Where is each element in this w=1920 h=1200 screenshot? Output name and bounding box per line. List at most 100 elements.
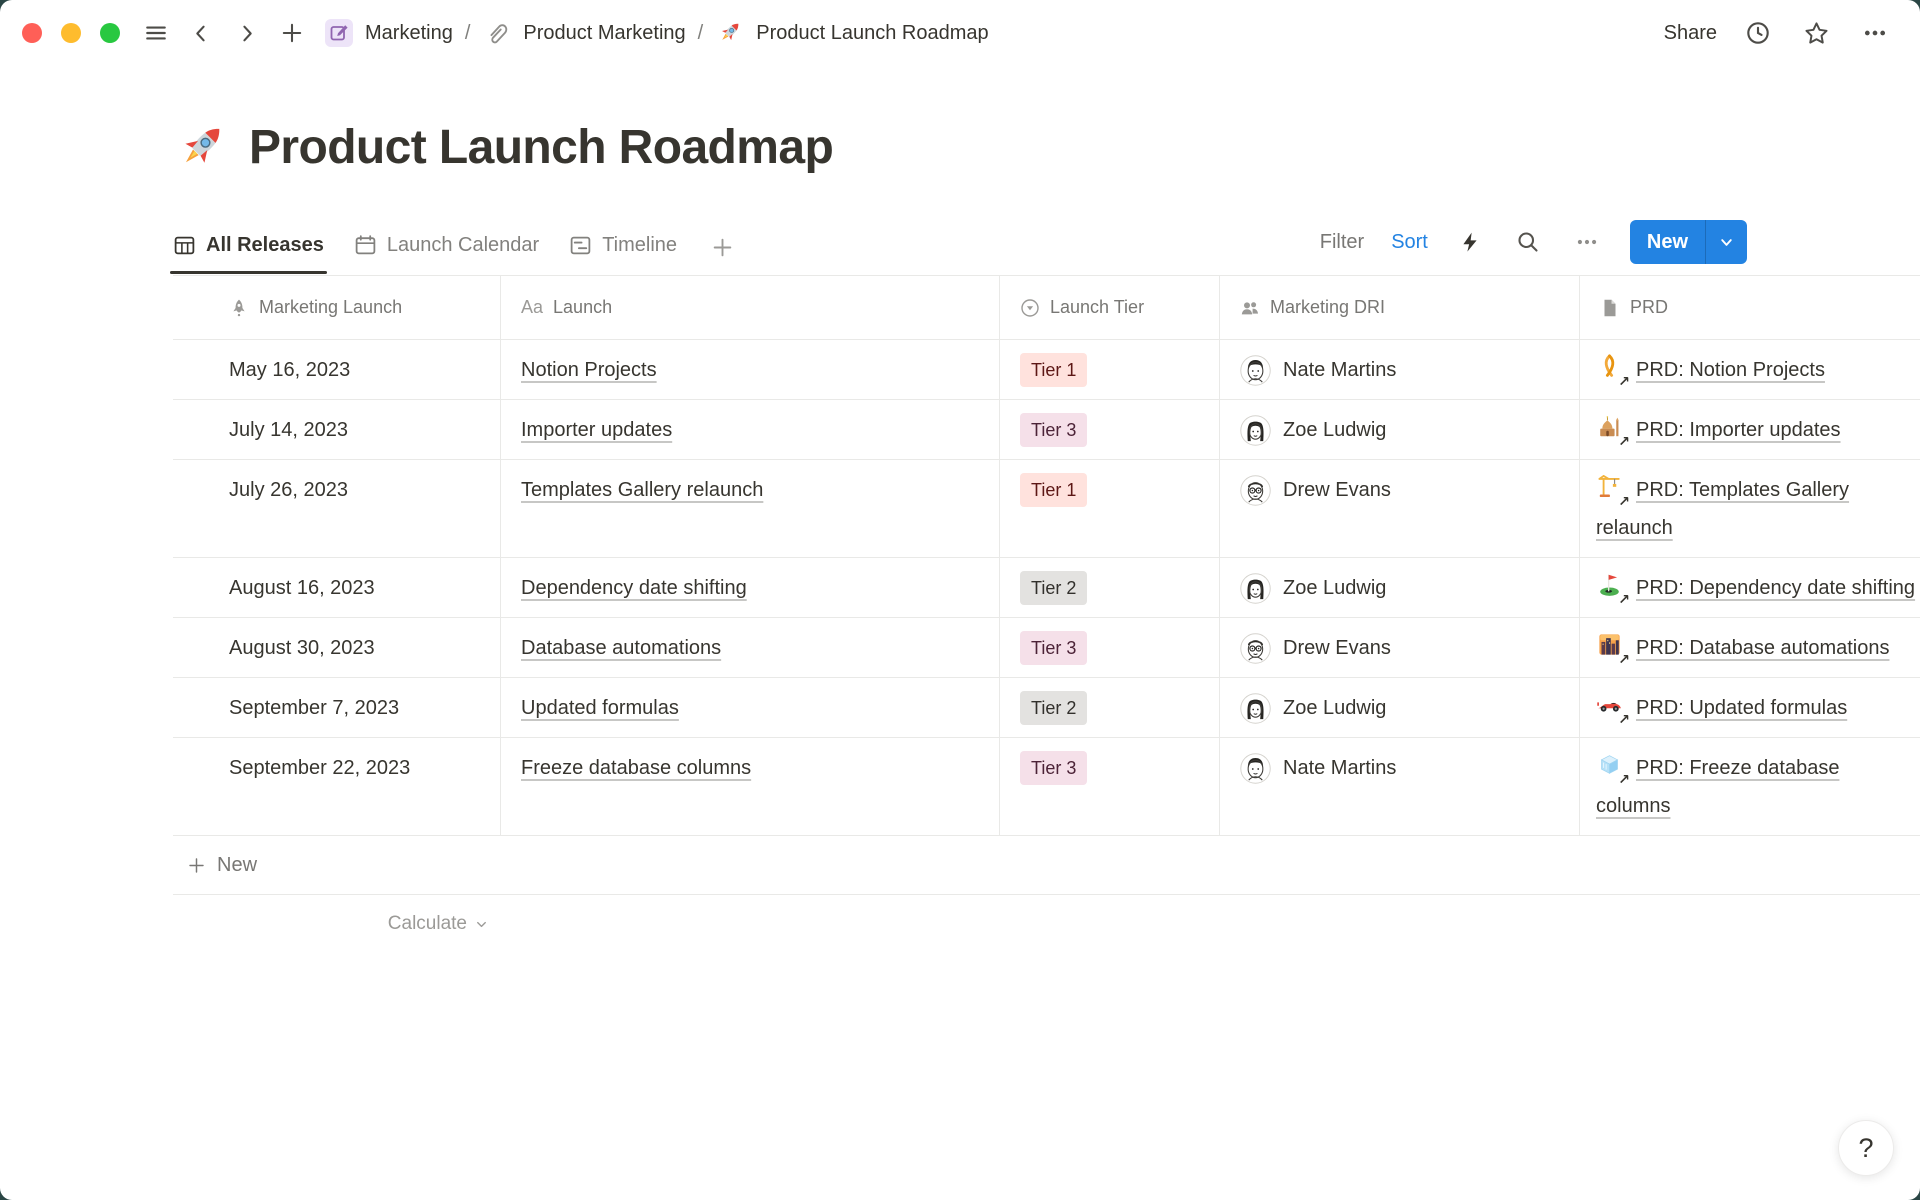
launch-page-link[interactable]: Updated formulas [521, 697, 679, 719]
new-tab-plus-icon[interactable] [276, 17, 308, 49]
new-button-label[interactable]: New [1630, 231, 1705, 254]
breadcrumb-item-marketing[interactable]: Marketing [324, 18, 453, 48]
cell-launch[interactable]: Notion Projects [501, 340, 1000, 399]
launch-page-link[interactable]: Importer updates [521, 419, 672, 441]
cell-prd[interactable]: ↗PRD: Templates Gallery relaunch [1580, 460, 1920, 557]
cell-marketing-launch[interactable]: May 16, 2023 [173, 340, 501, 399]
window-topbar: Marketing / Product Marketing / Product … [0, 0, 1920, 66]
cell-marketing-launch[interactable]: August 30, 2023 [173, 618, 501, 677]
launch-page-link[interactable]: Freeze database columns [521, 757, 751, 779]
cell-prd[interactable]: ↗PRD: Database automations [1580, 618, 1920, 677]
launch-page-link[interactable]: Dependency date shifting [521, 577, 747, 599]
help-button[interactable]: ? [1838, 1120, 1894, 1176]
cell-launch-tier[interactable]: Tier 3 [1000, 400, 1220, 459]
chevron-down-icon[interactable] [1706, 233, 1747, 252]
prd-page-link[interactable]: ↗PRD: Database automations [1596, 637, 1889, 659]
cell-marketing-dri[interactable]: Zoe Ludwig [1220, 678, 1580, 737]
search-icon[interactable] [1512, 226, 1544, 258]
cell-launch-tier[interactable]: Tier 1 [1000, 460, 1220, 557]
breadcrumb-item-product-launch-roadmap[interactable]: Product Launch Roadmap [715, 18, 988, 48]
launch-page-link[interactable]: Notion Projects [521, 359, 657, 381]
table-body: May 16, 2023 Notion Projects Tier 1 Nate… [173, 340, 1920, 836]
prd-page-link[interactable]: ↗PRD: Dependency date shifting [1596, 577, 1915, 599]
view-more-icon[interactable] [1571, 226, 1603, 258]
cell-marketing-dri[interactable]: Nate Martins [1220, 738, 1580, 835]
cell-marketing-launch[interactable]: July 14, 2023 [173, 400, 501, 459]
cell-launch[interactable]: Database automations [501, 618, 1000, 677]
calculate-button[interactable]: Calculate [173, 913, 501, 935]
cell-launch-tier[interactable]: Tier 1 [1000, 340, 1220, 399]
cell-marketing-launch[interactable]: September 22, 2023 [173, 738, 501, 835]
prd-page-link[interactable]: ↗PRD: Updated formulas [1596, 697, 1847, 719]
prd-page-link[interactable]: ↗PRD: Importer updates [1596, 419, 1841, 441]
cell-launch[interactable]: Templates Gallery relaunch [501, 460, 1000, 557]
column-header-marketing-dri[interactable]: Marketing DRI [1220, 276, 1580, 339]
page-title[interactable]: Product Launch Roadmap [249, 116, 833, 180]
cell-marketing-dri[interactable]: Zoe Ludwig [1220, 400, 1580, 459]
favorite-star-icon[interactable] [1799, 16, 1834, 51]
column-label: Marketing Launch [259, 297, 402, 318]
breadcrumb-item-product-marketing[interactable]: Product Marketing [482, 18, 685, 48]
prd-page-link[interactable]: ↗PRD: Templates Gallery relaunch [1596, 479, 1849, 539]
launch-page-link[interactable]: Templates Gallery relaunch [521, 479, 763, 501]
cell-launch[interactable]: Importer updates [501, 400, 1000, 459]
cell-marketing-dri[interactable]: Drew Evans [1220, 618, 1580, 677]
cell-prd[interactable]: ↗PRD: Importer updates [1580, 400, 1920, 459]
launch-page-link[interactable]: Database automations [521, 637, 721, 659]
new-row-button[interactable]: New [173, 836, 1920, 895]
more-options-icon[interactable] [1858, 16, 1892, 50]
column-header-launch[interactable]: Aa Launch [501, 276, 1000, 339]
breadcrumb-separator: / [698, 22, 704, 45]
fullscreen-window-button[interactable] [100, 23, 120, 43]
cell-prd[interactable]: ↗PRD: Dependency date shifting [1580, 558, 1920, 617]
forward-button[interactable] [231, 18, 262, 49]
share-button[interactable]: Share [1664, 22, 1717, 45]
cell-launch[interactable]: Updated formulas [501, 678, 1000, 737]
prd-page-link[interactable]: ↗PRD: Freeze database columns [1596, 757, 1839, 817]
tab-launch-calendar[interactable]: Launch Calendar [354, 234, 539, 273]
cell-marketing-launch[interactable]: September 7, 2023 [173, 678, 501, 737]
tab-label: Launch Calendar [387, 234, 539, 257]
cell-marketing-dri[interactable]: Drew Evans [1220, 460, 1580, 557]
automations-bolt-icon[interactable] [1455, 227, 1485, 257]
updates-clock-icon[interactable] [1741, 16, 1775, 50]
link-arrow-icon: ↗ [1618, 652, 1630, 666]
cell-marketing-dri[interactable]: Nate Martins [1220, 340, 1580, 399]
desktop: { "topbar": { "breadcrumb": [ { "label":… [0, 0, 1920, 1200]
cell-launch[interactable]: Freeze database columns [501, 738, 1000, 835]
cell-launch[interactable]: Dependency date shifting [501, 558, 1000, 617]
sort-button[interactable]: Sort [1391, 231, 1428, 254]
nav-icons [140, 17, 308, 49]
column-header-launch-tier[interactable]: Launch Tier [1000, 276, 1220, 339]
cell-launch-tier[interactable]: Tier 3 [1000, 618, 1220, 677]
close-window-button[interactable] [22, 23, 42, 43]
table-row: July 26, 2023 Templates Gallery relaunch… [173, 460, 1920, 558]
cell-marketing-launch[interactable]: July 26, 2023 [173, 460, 501, 557]
tier-badge: Tier 3 [1020, 631, 1087, 665]
column-header-prd[interactable]: PRD [1580, 276, 1920, 339]
avatar [1240, 633, 1271, 664]
page-icon-rocket[interactable] [173, 119, 231, 177]
add-view-plus-icon[interactable] [707, 232, 738, 275]
cell-marketing-launch[interactable]: August 16, 2023 [173, 558, 501, 617]
column-header-marketing-launch[interactable]: Marketing Launch [173, 276, 501, 339]
cell-prd[interactable]: ↗PRD: Updated formulas [1580, 678, 1920, 737]
cell-prd[interactable]: ↗PRD: Notion Projects [1580, 340, 1920, 399]
cell-prd[interactable]: ↗PRD: Freeze database columns [1580, 738, 1920, 835]
tab-all-releases[interactable]: All Releases [173, 234, 324, 273]
cell-launch-tier[interactable]: Tier 2 [1000, 678, 1220, 737]
sidebar-menu-icon[interactable] [140, 17, 172, 49]
cell-launch-tier[interactable]: Tier 3 [1000, 738, 1220, 835]
avatar [1240, 693, 1271, 724]
tab-timeline[interactable]: Timeline [569, 234, 677, 273]
calendar-icon [354, 234, 377, 257]
back-button[interactable] [186, 18, 217, 49]
new-button[interactable]: New [1630, 220, 1747, 264]
cell-marketing-dri[interactable]: Zoe Ludwig [1220, 558, 1580, 617]
breadcrumb-label: Product Marketing [523, 22, 685, 45]
select-property-icon [1020, 298, 1040, 318]
prd-page-link[interactable]: ↗PRD: Notion Projects [1596, 359, 1825, 381]
minimize-window-button[interactable] [61, 23, 81, 43]
filter-button[interactable]: Filter [1320, 231, 1364, 254]
cell-launch-tier[interactable]: Tier 2 [1000, 558, 1220, 617]
